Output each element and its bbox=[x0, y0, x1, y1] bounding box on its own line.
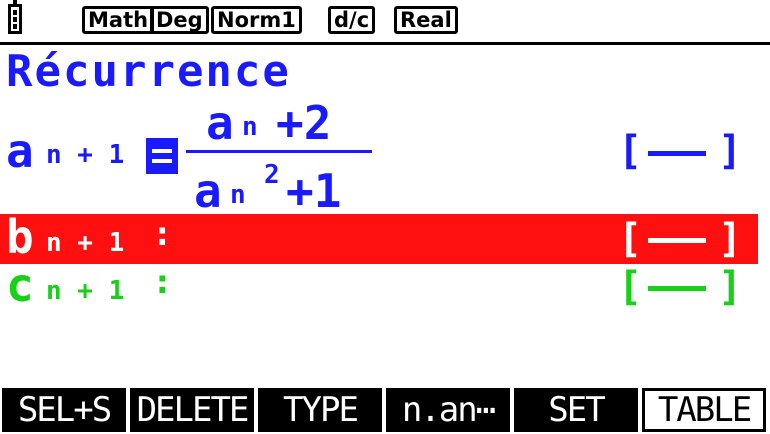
function-key-bar: SEL+S DELETE TYPE n.an⋯ SET TABLE bbox=[0, 388, 770, 434]
denominator-rest: +1 bbox=[286, 164, 342, 218]
numerator-subscript: n bbox=[242, 112, 258, 142]
f5-set-button[interactable]: SET bbox=[514, 388, 638, 432]
f4-n-an-button[interactable]: n.an⋯ bbox=[386, 388, 510, 432]
f3-type-button[interactable]: TYPE bbox=[258, 388, 382, 432]
equals-cursor[interactable] bbox=[146, 138, 178, 174]
row-separator: : bbox=[152, 262, 173, 302]
lhs-letter: b bbox=[6, 210, 34, 264]
f6-table-button[interactable]: TABLE bbox=[642, 388, 766, 432]
lhs-subscript: n + 1 bbox=[46, 140, 125, 170]
line-style-icon bbox=[648, 238, 706, 243]
screen-title: Récurrence bbox=[6, 46, 291, 97]
lhs-letter: c bbox=[6, 258, 34, 312]
denominator-subscript: n bbox=[230, 180, 246, 210]
mode-angle: Deg bbox=[150, 6, 209, 34]
mode-fraction: d/c bbox=[328, 6, 376, 34]
status-bar: Math Deg Norm1 d/c Real bbox=[0, 0, 770, 42]
lhs-letter: a bbox=[6, 124, 34, 178]
numerator-letter: a bbox=[206, 96, 234, 150]
line-style-icon bbox=[648, 151, 706, 156]
row-separator: : bbox=[152, 214, 173, 254]
f2-delete-button[interactable]: DELETE bbox=[130, 388, 254, 432]
lhs-subscript: n + 1 bbox=[46, 228, 125, 258]
mode-complex: Real bbox=[394, 6, 458, 34]
battery-icon bbox=[8, 0, 22, 34]
denominator-letter: a bbox=[194, 164, 222, 218]
f1-sel-s-button[interactable]: SEL+S bbox=[2, 388, 126, 432]
fraction-bar bbox=[186, 150, 372, 153]
mode-math: Math bbox=[82, 6, 155, 34]
mode-display: Norm1 bbox=[211, 6, 302, 34]
status-divider bbox=[0, 42, 770, 45]
lhs-subscript: n + 1 bbox=[46, 276, 125, 306]
line-style-icon bbox=[648, 286, 706, 291]
denominator-exponent: 2 bbox=[264, 160, 280, 190]
numerator-rest: +2 bbox=[276, 96, 332, 150]
